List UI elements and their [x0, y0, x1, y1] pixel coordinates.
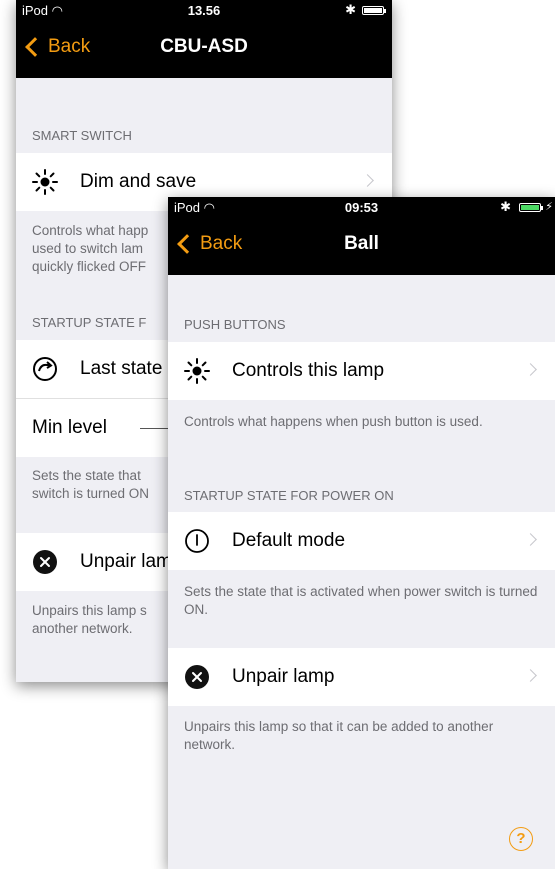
cell-label: Min level [32, 417, 107, 438]
default-mode-cell[interactable]: Default mode [168, 512, 555, 570]
controls-footer: Controls what happens when push button i… [184, 414, 483, 429]
status-bar: iPod ◠ 09:53 ✱ ⚡ [168, 197, 555, 217]
status-time: 09:53 [344, 200, 379, 215]
cell-label: Last state [80, 358, 163, 379]
unpair-lamp-cell[interactable]: Unpair lamp [168, 648, 555, 706]
unpair-icon [33, 550, 57, 574]
chevron-right-icon [524, 669, 537, 682]
brightness-icon [184, 358, 210, 384]
battery-icon [519, 203, 543, 212]
cell-label: Controls this lamp [232, 360, 385, 381]
cell-label: Unpair lam [80, 551, 172, 572]
nav-bar: Back CBU-ASD [16, 20, 392, 78]
default-footer: Sets the state that is activated when po… [184, 584, 538, 617]
help-icon[interactable]: ? [509, 827, 533, 851]
cell-label: Default mode [232, 530, 346, 551]
status-bar: iPod ◠ 13.56 ✱ [16, 0, 392, 20]
bluetooth-icon: ✱ [500, 199, 511, 214]
controls-this-lamp-cell[interactable]: Controls this lamp [168, 342, 555, 400]
chevron-right-icon [361, 174, 374, 187]
status-time: 13.56 [187, 3, 221, 18]
chevron-right-icon [524, 533, 537, 546]
chevron-right-icon [524, 363, 537, 376]
section-header-smart-switch: SMART SWITCH [32, 128, 132, 143]
nav-bar: Back Ball [168, 217, 555, 275]
section-header-startup: STARTUP STATE FOR POWER ON [184, 488, 394, 503]
section-header-push-buttons: PUSH BUTTONS [184, 317, 286, 332]
unpair-footer: Unpairs this lamp so that it can be adde… [184, 719, 494, 752]
cell-label: Unpair lamp [232, 666, 335, 687]
last-state-icon [33, 357, 57, 381]
page-title: CBU-ASD [160, 36, 248, 57]
brightness-icon [32, 169, 58, 195]
charging-icon: ⚡ [545, 201, 553, 213]
front-screen: iPod ◠ 09:53 ✱ ⚡ Back Ball PUSH BUTTONS … [168, 197, 555, 869]
section-header-startup: STARTUP STATE F [32, 315, 147, 330]
bluetooth-icon: ✱ [345, 2, 356, 17]
page-title: Ball [344, 233, 379, 254]
battery-icon [362, 6, 386, 15]
power-icon [185, 529, 209, 553]
cell-label: Dim and save [80, 171, 197, 192]
unpair-icon [185, 665, 209, 689]
